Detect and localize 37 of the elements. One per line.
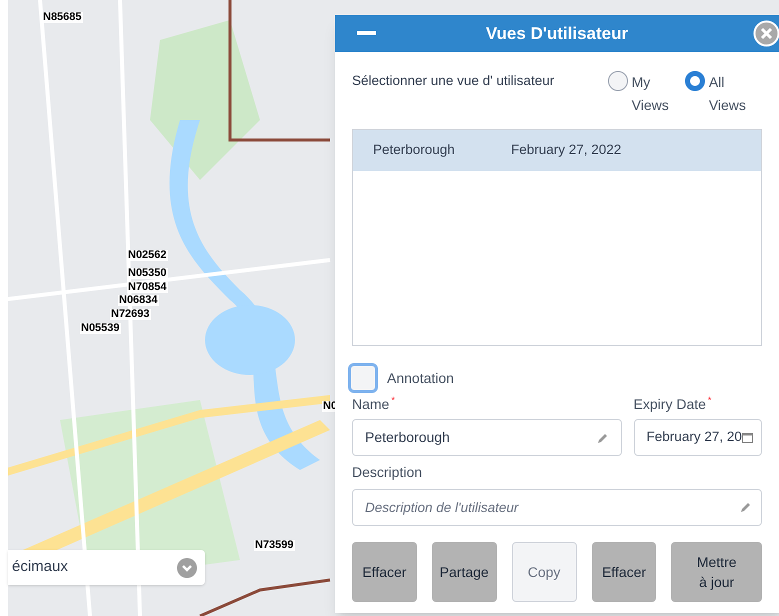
close-icon[interactable] bbox=[753, 20, 779, 47]
dialog-title: Vues D'utilisateur bbox=[486, 22, 630, 45]
annotation-checkbox[interactable] bbox=[348, 363, 378, 393]
pencil-icon bbox=[596, 432, 609, 444]
map-marker-label: N73599 bbox=[254, 540, 295, 551]
calendar-icon bbox=[742, 432, 753, 443]
radio-button[interactable] bbox=[684, 71, 705, 91]
map-marker-label: N05350 bbox=[127, 268, 168, 279]
action-button[interactable]: Effacer bbox=[592, 542, 656, 602]
action-button[interactable]: Mettre à jour bbox=[671, 542, 762, 602]
required-mark: * bbox=[708, 394, 712, 407]
description-label: Description bbox=[352, 463, 424, 482]
name-label: Name bbox=[352, 395, 390, 414]
required-mark: * bbox=[391, 394, 395, 407]
view-name: Peterborough bbox=[372, 141, 456, 160]
radio-label[interactable]: All Views bbox=[708, 71, 753, 117]
map-marker-label: N06834 bbox=[118, 295, 159, 306]
radio-label[interactable]: My Views bbox=[632, 71, 676, 117]
view-row[interactable]: Peterborough February 27, 2022 bbox=[353, 130, 761, 171]
map-marker-label: N02562 bbox=[127, 250, 168, 261]
expiry-date-field[interactable]: February 27, 20 bbox=[634, 419, 762, 456]
expiry-date-label: Expiry Date bbox=[634, 395, 706, 414]
map-marker-label: N70854 bbox=[127, 282, 168, 293]
map-marker-label: N85685 bbox=[42, 12, 83, 23]
name-field[interactable]: Peterborough bbox=[352, 419, 622, 456]
description-field[interactable]: Description de l'utilisateur bbox=[352, 489, 762, 526]
action-button[interactable]: Partage bbox=[432, 542, 497, 602]
layer-dropdown[interactable]: écimaux bbox=[8, 550, 205, 585]
view-date: February 27, 2022 bbox=[511, 141, 622, 160]
annotation-label: Annotation bbox=[387, 368, 454, 388]
map-marker-label: N72693 bbox=[110, 309, 151, 320]
action-button[interactable]: Effacer bbox=[352, 542, 417, 602]
chevron-down-icon bbox=[177, 558, 197, 578]
radio-button[interactable] bbox=[608, 71, 628, 91]
map-marker-label: N05539 bbox=[80, 323, 121, 334]
pencil-icon bbox=[740, 501, 752, 513]
select-view-label: Sélectionner une vue d' utilisateur bbox=[352, 72, 556, 90]
